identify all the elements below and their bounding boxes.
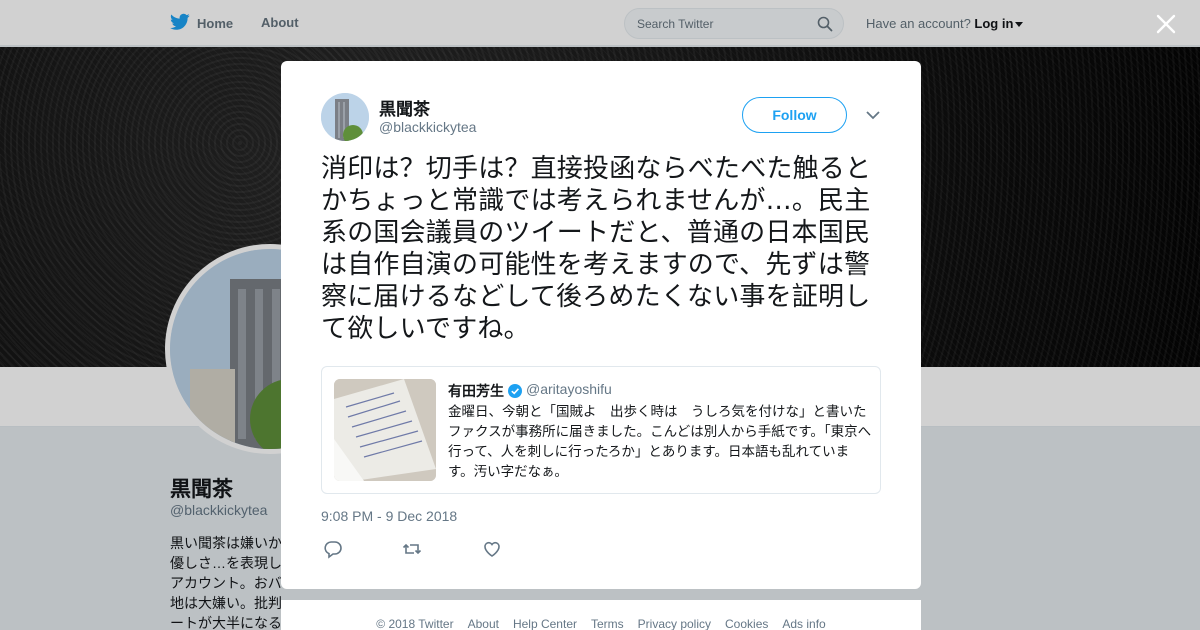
footer: © 2018 Twitter About Help Center Terms P… — [281, 600, 921, 630]
quoted-author-handle: @aritayoshifu — [526, 381, 612, 397]
reply-icon[interactable] — [323, 539, 343, 559]
author-handle[interactable]: @blackkickytea — [379, 119, 476, 135]
building-photo-icon — [321, 93, 369, 141]
footer-link-terms[interactable]: Terms — [591, 617, 624, 630]
quoted-author-name-text: 有田芳生 — [448, 383, 504, 399]
heart-icon[interactable] — [482, 539, 502, 559]
quoted-tweet[interactable]: 有田芳生 @aritayoshifu 金曜日、今朝と「国賊よ 出歩く時は うしろ… — [321, 366, 881, 494]
follow-button[interactable]: Follow — [742, 97, 847, 133]
author-name[interactable]: 黒聞茶 — [379, 95, 430, 120]
close-icon[interactable] — [1155, 13, 1177, 35]
footer-link-ads-info[interactable]: Ads info — [782, 617, 825, 630]
footer-copyright: © 2018 Twitter — [376, 617, 454, 630]
footer-link-help-center[interactable]: Help Center — [513, 617, 577, 630]
retweet-icon[interactable] — [402, 539, 422, 559]
tweet-timestamp[interactable]: 9:08 PM - 9 Dec 2018 — [321, 508, 457, 524]
footer-link-about[interactable]: About — [468, 617, 499, 630]
chevron-down-icon[interactable] — [865, 109, 881, 121]
quoted-tweet-text: 金曜日、今朝と「国賊よ 出歩く時は うしろ気を付けな」と書いたファクスが事務所に… — [448, 404, 872, 480]
tweet-text: 消印は？切手は？直接投函ならべたべた触るとかちょっと常識では考えられませんが…。… — [321, 154, 872, 344]
quoted-author-name: 有田芳生 — [448, 381, 522, 401]
author-avatar[interactable] — [321, 93, 369, 141]
verified-badge-icon — [508, 384, 522, 398]
quoted-tweet-image[interactable] — [334, 379, 436, 481]
footer-link-cookies[interactable]: Cookies — [725, 617, 768, 630]
footer-link-privacy-policy[interactable]: Privacy policy — [638, 617, 711, 630]
tweet-modal: 黒聞茶 @blackkickytea Follow 消印は？切手は？直接投函なら… — [281, 61, 921, 589]
handwritten-letter-photo-icon — [334, 379, 436, 481]
